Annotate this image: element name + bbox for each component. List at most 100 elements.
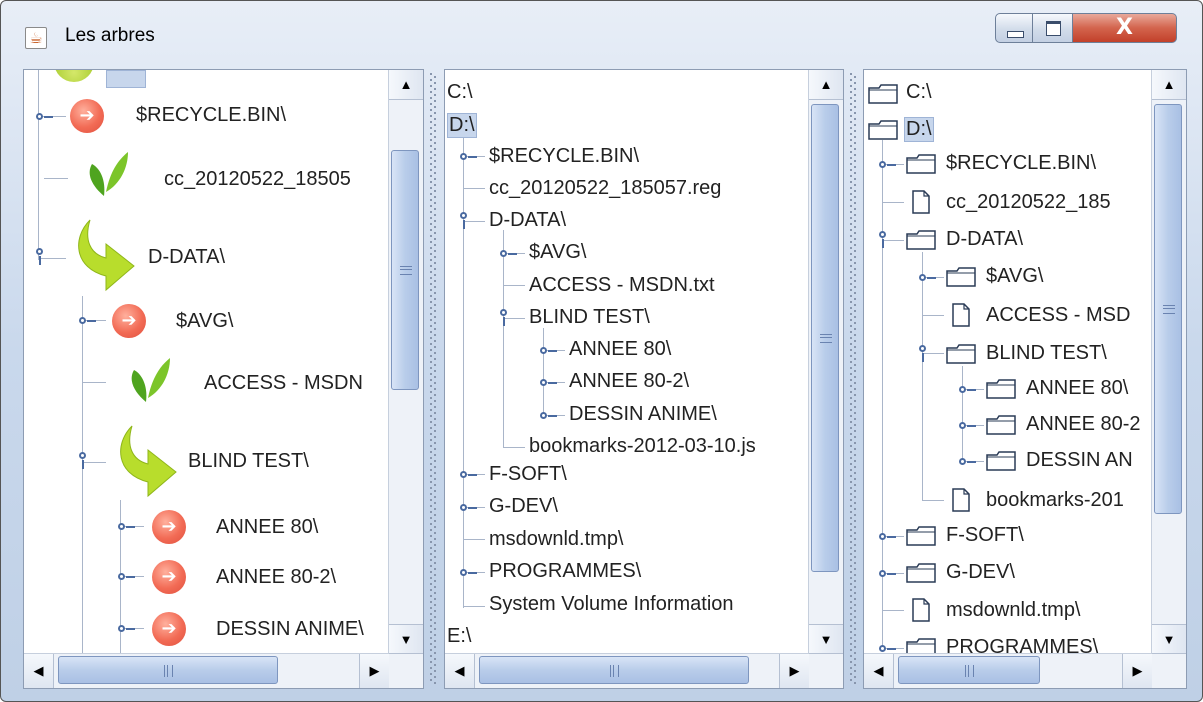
tree-node-label[interactable]: G-DEV\ [946, 561, 1015, 584]
tree-node-label[interactable]: ACCESS - MSDN [204, 372, 363, 395]
tree-node-label[interactable]: cc_20120522_185 [946, 191, 1111, 214]
split-pane-divider[interactable] [426, 69, 441, 689]
tree-node-label[interactable]: C:\ [447, 81, 473, 104]
minimize-button[interactable] [995, 13, 1033, 43]
scroll-thumb[interactable] [898, 656, 1040, 684]
collapse-handle[interactable] [959, 386, 976, 393]
tree-node-label[interactable]: msdownld.tmp\ [489, 528, 624, 551]
scroll-thumb[interactable] [1154, 104, 1182, 514]
tree-node-label[interactable]: ANNEE 80-2\ [216, 566, 336, 589]
collapse-handle[interactable] [540, 379, 557, 386]
collapse-handle[interactable] [460, 569, 477, 576]
collapse-handle[interactable] [919, 274, 936, 281]
tree-node-label[interactable]: ANNEE 80-2\ [569, 370, 689, 393]
scroll-down-arrow-icon[interactable]: ▼ [809, 624, 843, 654]
expand-handle[interactable] [500, 309, 507, 326]
scroll-up-arrow-icon[interactable]: ▲ [809, 70, 843, 100]
tree-node-label[interactable]: $AVG\ [176, 310, 233, 333]
tree-node-label[interactable]: ANNEE 80\ [216, 516, 318, 539]
collapse-handle[interactable] [118, 625, 135, 632]
collapse-handle[interactable] [540, 412, 557, 419]
tree-node-label[interactable]: PROGRAMMES\ [946, 636, 1098, 654]
collapse-handle[interactable] [500, 250, 517, 257]
vertical-scrollbar[interactable]: ▲ ▼ [388, 70, 423, 654]
scroll-left-arrow-icon[interactable]: ◀ [445, 654, 475, 688]
scroll-thumb[interactable] [811, 104, 839, 572]
tree-node-label[interactable]: PROGRAMMES\ [489, 560, 641, 583]
tree-node-label[interactable]: $RECYCLE.BIN\ [136, 104, 286, 127]
scroll-left-arrow-icon[interactable]: ◀ [864, 654, 894, 688]
tree-node-label[interactable]: $RECYCLE.BIN\ [489, 145, 639, 168]
vertical-scrollbar[interactable]: ▲ ▼ [808, 70, 843, 654]
tree-node-label[interactable]: System Volume Information [489, 593, 734, 616]
horizontal-scrollbar[interactable]: ◀ ▶ [24, 653, 389, 688]
scroll-thumb[interactable] [391, 150, 419, 390]
scroll-right-arrow-icon[interactable]: ▶ [1122, 654, 1152, 688]
expand-handle[interactable] [36, 248, 43, 265]
horizontal-scrollbar[interactable]: ◀ ▶ [445, 653, 809, 688]
tree-node-label[interactable]: bookmarks-201 [986, 489, 1124, 512]
tree-node-label-selected[interactable]: D:\ [904, 117, 934, 142]
tree-node-label[interactable]: BLIND TEST\ [529, 306, 650, 329]
scroll-left-arrow-icon[interactable]: ◀ [24, 654, 54, 688]
expand-handle[interactable] [460, 212, 467, 229]
tree-node-label[interactable]: msdownld.tmp\ [946, 599, 1081, 622]
tree-node-label[interactable]: F-SOFT\ [946, 524, 1024, 547]
collapse-handle[interactable] [959, 458, 976, 465]
tree-node-label[interactable]: C:\ [906, 81, 932, 104]
tree-node-label[interactable]: DESSIN AN [1026, 449, 1133, 472]
tree-node-label[interactable]: G-DEV\ [489, 495, 558, 518]
scroll-up-arrow-icon[interactable]: ▲ [389, 70, 423, 100]
collapse-handle[interactable] [460, 471, 477, 478]
split-pane-divider[interactable] [846, 69, 861, 689]
tree-node-label[interactable]: D-DATA\ [148, 246, 225, 269]
collapse-handle[interactable] [879, 570, 896, 577]
scroll-down-arrow-icon[interactable]: ▼ [1152, 624, 1186, 654]
collapse-handle[interactable] [460, 504, 477, 511]
scroll-thumb[interactable] [479, 656, 749, 684]
tree-node-label[interactable]: DESSIN ANIME\ [216, 618, 364, 641]
scroll-down-arrow-icon[interactable]: ▼ [389, 624, 423, 654]
collapse-handle[interactable] [118, 523, 135, 530]
tree-node-label[interactable]: cc_20120522_185057.reg [489, 177, 721, 200]
close-button[interactable]: X [1073, 13, 1177, 43]
scroll-up-arrow-icon[interactable]: ▲ [1152, 70, 1186, 100]
tree-node-label[interactable]: $RECYCLE.BIN\ [946, 152, 1096, 175]
tree-node-label[interactable]: F-SOFT\ [489, 463, 567, 486]
collapse-handle[interactable] [879, 533, 896, 540]
scroll-right-arrow-icon[interactable]: ▶ [779, 654, 809, 688]
collapse-handle[interactable] [460, 153, 477, 160]
expand-handle[interactable] [79, 452, 86, 469]
tree-node-label[interactable]: D-DATA\ [489, 209, 566, 232]
vertical-scrollbar[interactable]: ▲ ▼ [1151, 70, 1186, 654]
tree-node-label-selected[interactable]: D:\ [447, 113, 477, 138]
tree-node-label[interactable]: E:\ [447, 625, 471, 648]
collapse-handle[interactable] [879, 645, 896, 652]
collapse-handle[interactable] [79, 317, 96, 324]
tree-node-label[interactable]: ANNEE 80-2 [1026, 413, 1141, 436]
tree-node-label[interactable]: $AVG\ [529, 241, 586, 264]
tree-node-label[interactable]: ANNEE 80\ [569, 338, 671, 361]
tree-node-label[interactable]: BLIND TEST\ [986, 342, 1107, 365]
tree-node-label[interactable]: DESSIN ANIME\ [569, 403, 717, 426]
collapse-handle[interactable] [118, 573, 135, 580]
tree-node-label[interactable]: bookmarks-2012-03-10.js [529, 435, 756, 458]
tree-node-label[interactable]: ACCESS - MSDN.txt [529, 274, 715, 297]
scroll-thumb[interactable] [58, 656, 278, 684]
tree-node-selected-partial[interactable] [106, 70, 146, 88]
horizontal-scrollbar[interactable]: ◀ ▶ [864, 653, 1152, 688]
collapse-handle[interactable] [36, 113, 53, 120]
maximize-button[interactable] [1033, 13, 1073, 43]
scroll-right-arrow-icon[interactable]: ▶ [359, 654, 389, 688]
tree-node-label[interactable]: ACCESS - MSD [986, 304, 1130, 327]
tree-node-label[interactable]: cc_20120522_18505 [164, 168, 351, 191]
tree-node-label[interactable]: D-DATA\ [946, 228, 1023, 251]
expand-handle[interactable] [879, 231, 886, 248]
collapse-handle[interactable] [879, 161, 896, 168]
collapse-handle[interactable] [540, 347, 557, 354]
collapse-handle[interactable] [959, 422, 976, 429]
tree-node-label[interactable]: BLIND TEST\ [188, 450, 309, 473]
title-bar[interactable]: ☕ Les arbres X [1, 1, 1202, 65]
tree-node-label[interactable]: ANNEE 80\ [1026, 377, 1128, 400]
tree-node-label[interactable]: $AVG\ [986, 265, 1043, 288]
